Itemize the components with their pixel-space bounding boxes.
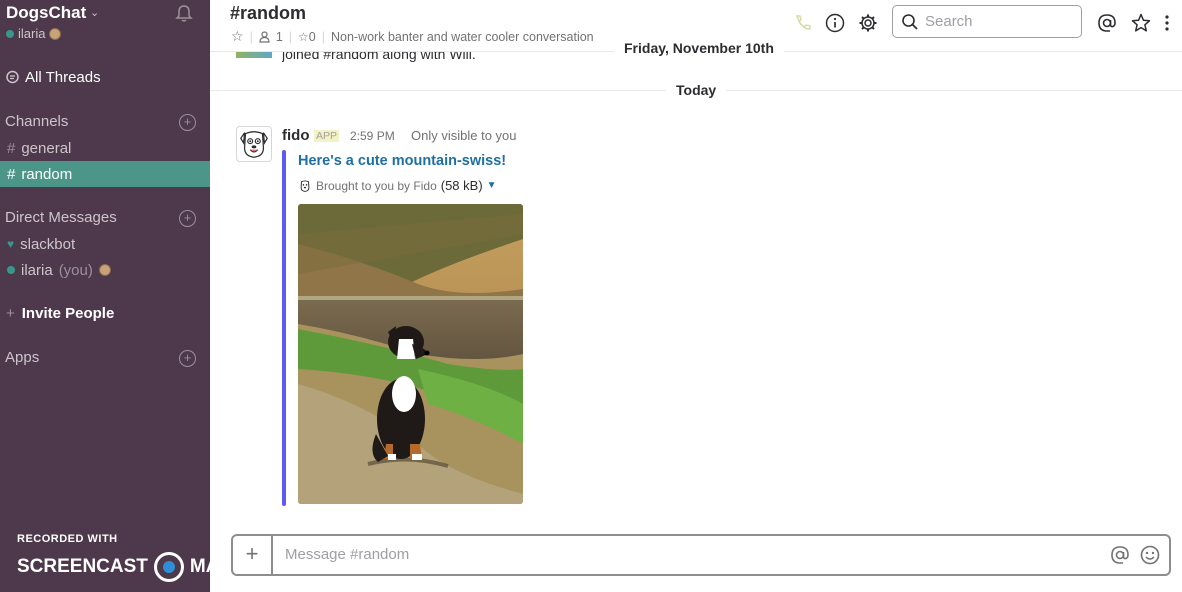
mention-icon[interactable] <box>1109 544 1131 566</box>
sidebar-item-general[interactable]: # general <box>0 135 210 161</box>
plus-icon: + <box>6 305 15 322</box>
message-timestamp[interactable]: 2:59 PM <box>350 129 395 143</box>
chevron-down-icon[interactable]: ⌄ <box>90 6 99 19</box>
date-divider: Today <box>210 82 1182 98</box>
hash-icon: # <box>7 165 16 183</box>
gear-icon[interactable] <box>857 12 879 34</box>
member-count[interactable]: 1 <box>276 30 283 44</box>
bell-icon[interactable] <box>174 4 194 24</box>
search-input[interactable]: Search <box>892 5 1082 38</box>
dm-label: slackbot <box>20 235 76 253</box>
screencast-watermark: RECORDED WITH SCREENCAST MATIC <box>17 533 249 582</box>
dm-suffix: (you) <box>58 261 93 279</box>
presence-dot-icon <box>6 29 14 38</box>
star-icon[interactable]: ☆ <box>231 28 244 45</box>
phone-icon[interactable] <box>792 12 814 34</box>
channels-header[interactable]: Channels <box>5 113 68 130</box>
partial-avatar <box>236 52 272 58</box>
add-app-button[interactable]: + <box>179 350 196 367</box>
attachment-title-link[interactable]: Here's a cute mountain-swiss! <box>298 153 506 169</box>
sidebar-item-slackbot[interactable]: ♥ slackbot <box>0 231 210 257</box>
user-name: ilaria <box>18 26 46 41</box>
all-threads-link[interactable]: All Threads <box>5 69 101 86</box>
dog-photo[interactable] <box>298 204 523 504</box>
member-icon[interactable] <box>259 30 270 43</box>
add-channel-button[interactable]: + <box>179 114 196 131</box>
invite-label: Invite People <box>21 305 115 322</box>
heart-icon: ♥ <box>7 237 15 251</box>
info-icon[interactable] <box>824 12 846 34</box>
sidebar-item-random[interactable]: # random <box>0 161 210 187</box>
message-input[interactable]: Message #random <box>285 546 409 563</box>
channel-label: random <box>21 165 73 183</box>
dm-label: ilaria <box>21 261 53 279</box>
apps-header[interactable]: Apps <box>5 349 39 366</box>
direct-messages-header[interactable]: Direct Messages <box>5 209 117 226</box>
more-options-icon[interactable] <box>1162 12 1172 34</box>
pin-icon[interactable]: ☆ <box>298 30 309 44</box>
all-threads-label: All Threads <box>25 69 101 86</box>
presence-dot-icon <box>7 266 15 274</box>
attachment-size: (58 kB) <box>440 178 483 193</box>
visibility-note: Only visible to you <box>411 128 517 143</box>
dog-emoji-icon <box>98 264 111 276</box>
date-divider: Friday, November 10th <box>210 40 1182 56</box>
channel-meta: ☆ | 1 | ☆ 0 | Non-work banter and water … <box>231 28 594 45</box>
channel-title[interactable]: #random <box>230 3 306 24</box>
fido-avatar[interactable] <box>236 126 272 162</box>
date-label: Friday, November 10th <box>614 40 784 56</box>
invite-people-button[interactable]: + Invite People <box>6 305 114 322</box>
user-status[interactable]: ilaria <box>6 26 62 41</box>
search-icon <box>902 13 918 30</box>
sidebar-item-ilaria[interactable]: ilaria (you) <box>0 257 210 283</box>
watermark-line1: RECORDED WITH <box>17 533 118 545</box>
app-badge: APP <box>314 130 340 142</box>
message-list: joined #random along with Will. Friday, … <box>210 40 1182 528</box>
sidebar: DogsChat ⌄ ilaria All Threads Channels +… <box>0 0 249 592</box>
watermark-brand-a: SCREENCAST <box>17 556 148 577</box>
pin-count[interactable]: 0 <box>309 30 316 44</box>
mentions-icon[interactable] <box>1096 12 1118 34</box>
attachment-bar <box>282 150 286 506</box>
dog-emoji-icon <box>49 27 62 40</box>
watermark-line2: SCREENCAST MATIC <box>17 552 249 582</box>
fido-small-icon <box>300 179 310 192</box>
search-placeholder: Search <box>925 13 973 30</box>
add-attachment-button[interactable]: + <box>233 536 273 574</box>
add-dm-button[interactable]: + <box>179 210 196 227</box>
date-label: Today <box>666 82 727 98</box>
screencast-logo-icon <box>153 552 184 582</box>
attachment-source: Brought to you by Fido <box>316 178 437 193</box>
message-composer[interactable]: + Message #random <box>231 534 1171 576</box>
channel-label: general <box>21 139 72 157</box>
starred-icon[interactable] <box>1130 12 1152 34</box>
team-name[interactable]: DogsChat <box>6 3 86 23</box>
attachment-meta: Brought to you by Fido (58 kB) ▼ <box>298 178 497 193</box>
message-sender[interactable]: fido <box>282 127 310 144</box>
caret-down-icon[interactable]: ▼ <box>487 180 497 191</box>
threads-icon <box>6 70 19 84</box>
emoji-icon[interactable] <box>1139 544 1161 566</box>
channel-topic[interactable]: Non-work banter and water cooler convers… <box>331 30 594 44</box>
hash-icon: # <box>7 139 16 157</box>
